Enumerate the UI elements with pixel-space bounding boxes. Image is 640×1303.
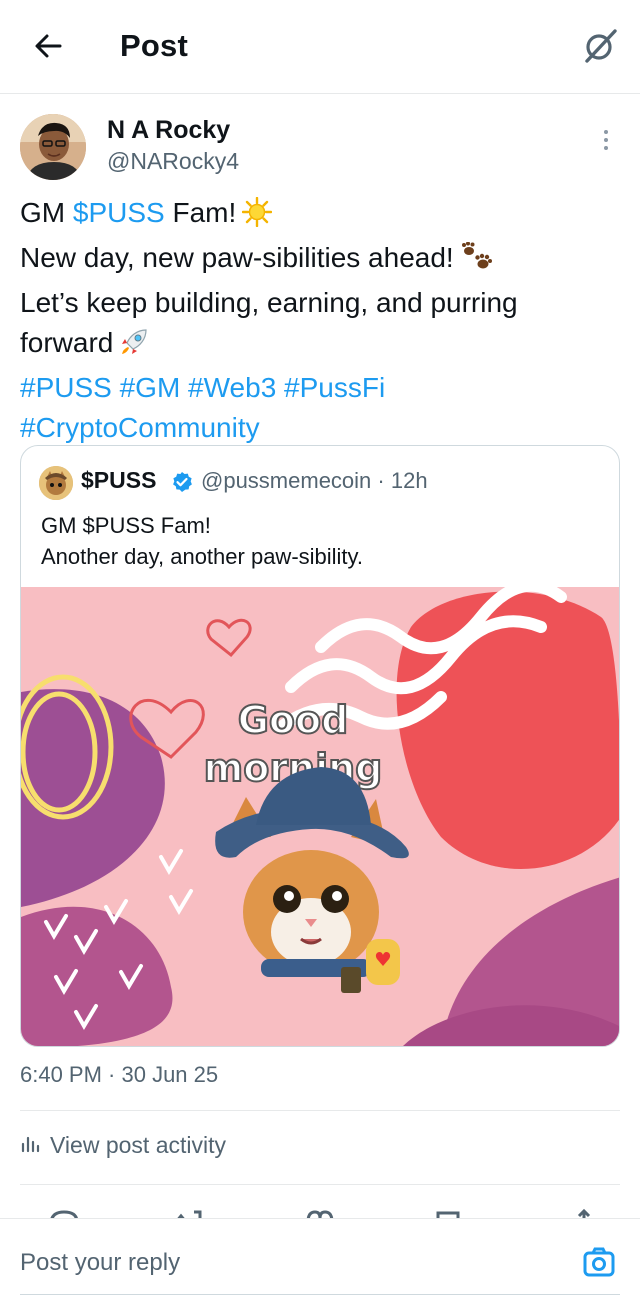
post-text-line: GM $PUSS Fam! (20, 193, 620, 238)
post-actions-row (0, 1196, 640, 1220)
author-name[interactable]: N A Rocky (107, 116, 230, 145)
grok-button[interactable] (578, 26, 622, 70)
post-text-line: New day, new paw-sibilities ahead! (20, 238, 620, 283)
post-text: GM $PUSS Fam! New day, new paw-sibilities… (20, 193, 620, 448)
sun-icon (242, 196, 273, 238)
quoted-age: · 12h (377, 468, 428, 493)
quoted-line: GM $PUSS Fam! (41, 513, 211, 538)
analytics-icon (20, 1132, 40, 1159)
view-post-activity-link[interactable]: View post activity (20, 1132, 226, 1159)
hashtag-link[interactable]: $PUSS (73, 197, 165, 228)
post-text-line: Let’s keep building, earning, and purrin… (20, 283, 620, 323)
more-dot (604, 146, 608, 150)
paw-prints-icon (460, 241, 494, 283)
quoted-post-card[interactable]: $PUSS @pussmemecoin · 12h GM $PUSS Fam! … (20, 445, 620, 1047)
camera-button[interactable] (580, 1245, 618, 1283)
arrow-left-icon (33, 31, 63, 66)
verified-badge-icon (171, 471, 193, 493)
view-post-activity-label: View post activity (50, 1132, 226, 1158)
author-handle[interactable]: @NARocky4 (107, 148, 239, 175)
hashtag-link[interactable]: #PUSS #GM #Web3 #PussFi (20, 372, 385, 403)
reply-underline (20, 1294, 620, 1295)
post-text-line: #PUSS #GM #Web3 #PussFi (20, 368, 620, 408)
camera-icon (583, 1247, 615, 1282)
quoted-author-handle: @pussmemecoin · 12h (201, 468, 428, 494)
post-text-segment: Let’s keep building, earning, and purrin… (20, 287, 518, 318)
hashtag-link[interactable]: #CryptoCommunity (20, 412, 260, 443)
grok-icon (581, 27, 619, 70)
quoted-line: Another day, another paw-sibility. (41, 544, 364, 569)
quoted-media-image[interactable]: Good morning (21, 587, 619, 1046)
reply-composer: Post your reply (0, 1218, 640, 1303)
more-dot (604, 130, 608, 134)
post-text-segment: New day, new paw-sibilities ahead! (20, 242, 454, 273)
back-button[interactable] (28, 28, 68, 68)
author-avatar[interactable] (20, 114, 86, 180)
divider (20, 1184, 620, 1185)
reply-input[interactable]: Post your reply (20, 1249, 180, 1277)
quoted-author-name: $PUSS (81, 467, 157, 493)
post-text-segment: GM (20, 197, 73, 228)
quoted-handle: @pussmemecoin (201, 468, 372, 493)
post-timestamp: 6:40 PM · 30 Jun 25 (20, 1062, 219, 1087)
more-dot (604, 138, 608, 142)
quoted-avatar[interactable] (39, 466, 73, 500)
quoted-text: GM $PUSS Fam! Another day, another paw-s… (41, 510, 363, 572)
rocket-icon (119, 327, 149, 368)
post-text-line: #CryptoCommunity (20, 408, 620, 448)
post-text-segment: forward (20, 327, 114, 358)
divider (20, 1110, 620, 1111)
page-title: Post (120, 28, 188, 63)
media-caption-line1: Good (238, 698, 349, 742)
post-text-line: forward (20, 323, 620, 368)
post-text-segment: Fam! (164, 197, 237, 228)
more-options-button[interactable] (590, 124, 622, 156)
top-app-bar: Post (0, 0, 640, 94)
